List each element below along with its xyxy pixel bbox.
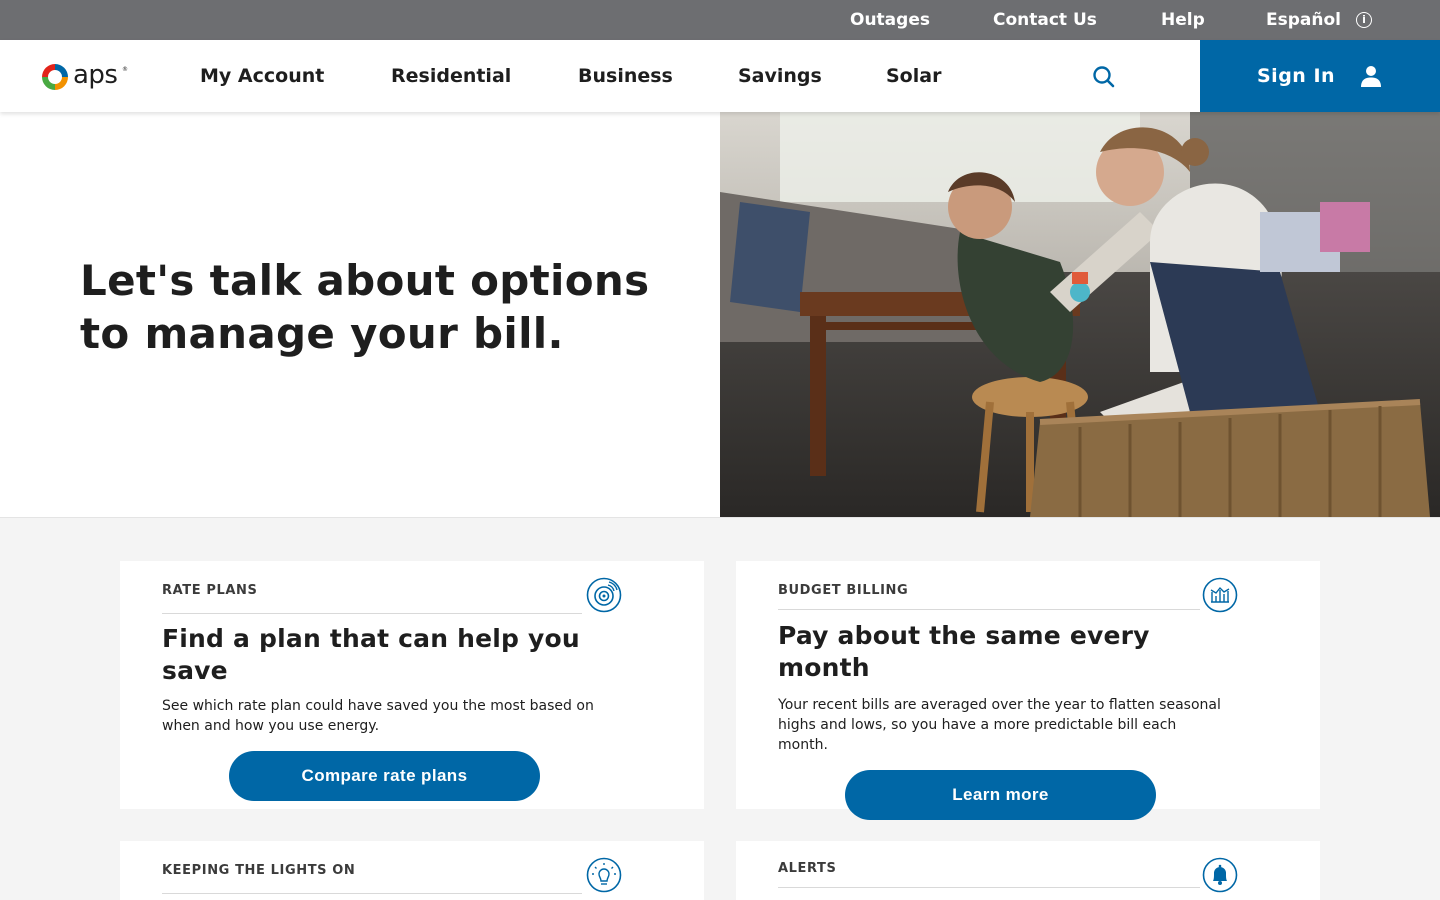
registered-mark: ® bbox=[122, 66, 128, 73]
card-budget-billing: BUDGET BILLING Pay about the same every … bbox=[736, 561, 1320, 820]
card-eyebrow: KEEPING THE LIGHTS ON bbox=[162, 863, 356, 878]
nav-residential[interactable]: Residential bbox=[391, 40, 511, 112]
card-alerts: ALERTS bbox=[736, 841, 1320, 900]
hero-title: Let's talk about options to manage your … bbox=[80, 256, 650, 358]
user-icon bbox=[1361, 66, 1381, 87]
search-icon[interactable] bbox=[1091, 64, 1117, 90]
card-eyebrow: RATE PLANS bbox=[162, 583, 258, 598]
lightbulb-icon bbox=[586, 857, 622, 893]
sign-in-button[interactable]: Sign In bbox=[1200, 40, 1440, 112]
card-divider bbox=[162, 613, 582, 614]
aps-logo[interactable]: aps ® bbox=[40, 60, 130, 92]
aps-logo-text: aps bbox=[73, 60, 118, 90]
card-description: Your recent bills are averaged over the … bbox=[778, 697, 1221, 753]
sign-in-label: Sign In bbox=[1257, 65, 1336, 87]
utility-nav: Outages Contact Us Help Español i bbox=[0, 0, 1440, 40]
hero-section: Let's talk about options to manage your … bbox=[0, 112, 1440, 518]
hero-photo bbox=[720, 112, 1440, 517]
card-keeping-the-lights-on: KEEPING THE LIGHTS ON bbox=[120, 841, 704, 900]
nav-my-account[interactable]: My Account bbox=[200, 40, 324, 112]
utility-link-outages[interactable]: Outages bbox=[850, 0, 930, 40]
card-eyebrow: BUDGET BILLING bbox=[778, 583, 909, 598]
nav-solar[interactable]: Solar bbox=[886, 40, 941, 112]
learn-more-button[interactable]: Learn more bbox=[845, 770, 1156, 820]
compare-rate-plans-button[interactable]: Compare rate plans bbox=[229, 751, 540, 801]
utility-link-espanol[interactable]: Español bbox=[1266, 0, 1341, 40]
rate-meter-icon bbox=[586, 577, 622, 613]
card-description: See which rate plan could have saved you… bbox=[162, 698, 594, 734]
card-eyebrow: ALERTS bbox=[778, 861, 837, 876]
bell-icon bbox=[1202, 857, 1238, 893]
card-title: Pay about the same every month bbox=[778, 621, 1150, 682]
budget-chart-icon bbox=[1202, 577, 1238, 613]
utility-link-contact-us[interactable]: Contact Us bbox=[993, 0, 1097, 40]
nav-savings[interactable]: Savings bbox=[738, 40, 822, 112]
utility-link-help[interactable]: Help bbox=[1161, 0, 1205, 40]
card-divider bbox=[778, 887, 1200, 888]
info-icon[interactable]: i bbox=[1356, 12, 1372, 28]
nav-business[interactable]: Business bbox=[578, 40, 673, 112]
aps-logo-mark-icon bbox=[42, 64, 68, 90]
main-nav: aps ® My Account Residential Business Sa… bbox=[0, 40, 1440, 112]
card-rate-plans: RATE PLANS Find a plan that can help you… bbox=[120, 561, 704, 809]
card-title: Find a plan that can help you save bbox=[162, 624, 580, 685]
card-divider bbox=[778, 609, 1200, 610]
card-divider bbox=[162, 893, 582, 894]
